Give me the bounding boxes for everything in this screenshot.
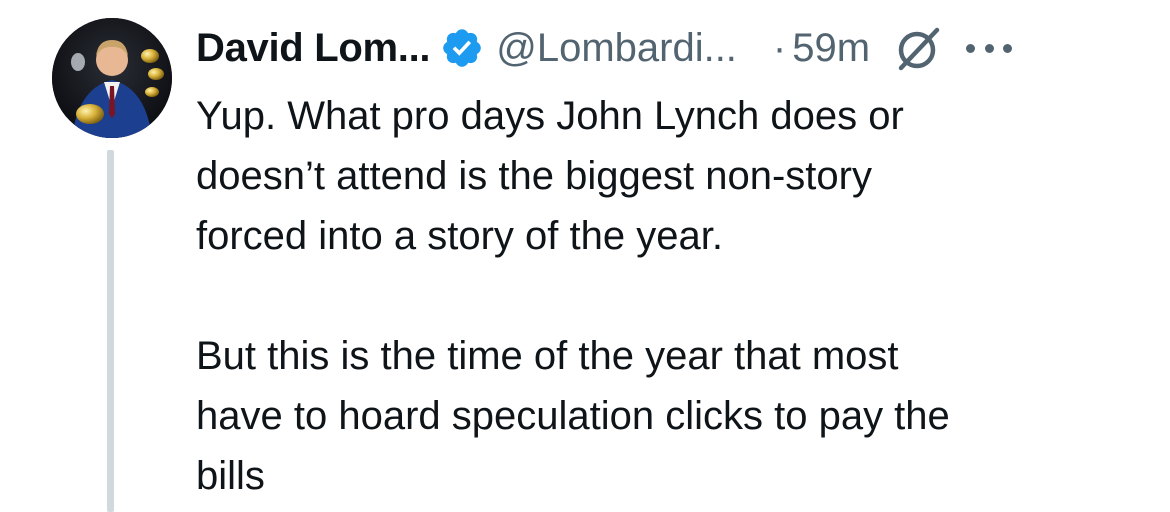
timestamp[interactable]: 59m (792, 26, 870, 71)
avatar-photo (52, 18, 172, 138)
handle[interactable]: @Lombardi... (496, 26, 737, 71)
thread-line (107, 150, 114, 512)
tweet-paragraph: But this is the time of the year that mo… (196, 326, 1096, 506)
tweet[interactable]: David Lom... @Lombardi... · 59m Yup. Wha… (0, 0, 1170, 512)
display-name[interactable]: David Lom... (196, 26, 431, 71)
avatar[interactable] (52, 18, 172, 138)
verified-badge-icon[interactable] (440, 26, 484, 70)
tweet-line: doesn’t attend is the biggest non-story (196, 154, 872, 198)
more-icon[interactable] (966, 38, 1013, 58)
tweet-text: Yup. What pro days John Lynch does or do… (196, 86, 1096, 506)
tweet-paragraph: Yup. What pro days John Lynch does or do… (196, 86, 1096, 266)
tweet-line: But this is the time of the year that mo… (196, 334, 899, 378)
tweet-line: Yup. What pro days John Lynch does or (196, 94, 904, 138)
separator-dot: · (772, 25, 787, 70)
tweet-line: have to hoard speculation clicks to pay … (196, 394, 950, 438)
grok-icon[interactable] (892, 21, 946, 75)
tweet-line: bills (196, 454, 265, 498)
tweet-line: forced into a story of the year. (196, 214, 723, 258)
tweet-header: David Lom... @Lombardi... · 59m (196, 21, 1013, 75)
